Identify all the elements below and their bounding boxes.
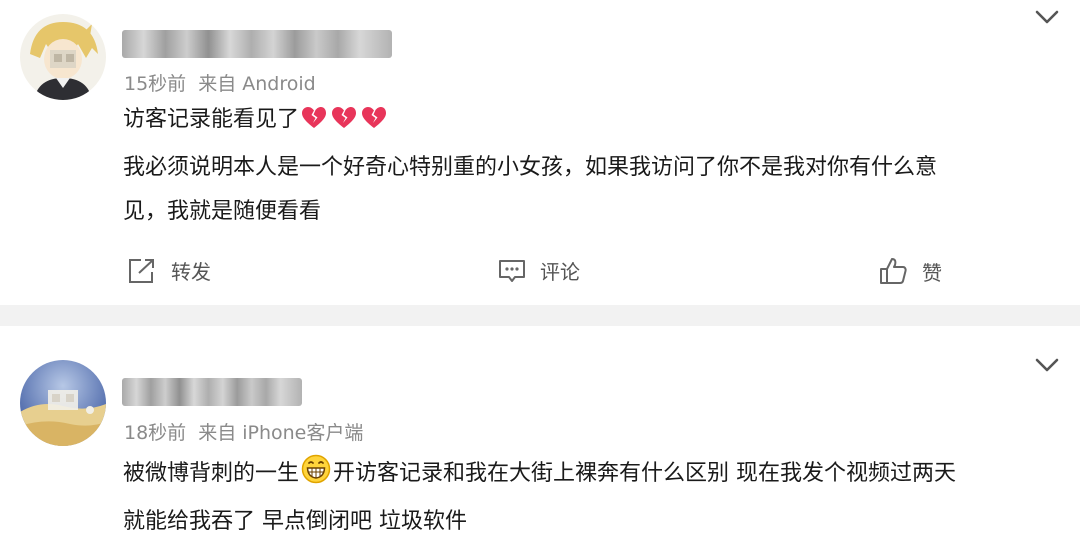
like-label: 赞: [922, 260, 942, 285]
comment-button[interactable]: 评论: [498, 256, 580, 285]
post-content: 访客记录能看见了 我必须说明本人是一个好奇心特别重的小女孩，如果我访问了你不是我…: [123, 98, 1060, 234]
post-text: 开访客记录和我在大街上裸奔有什么区别 现在我发个视频过两天: [333, 461, 957, 486]
post-text: 见，我就是随便看看: [123, 199, 322, 224]
grinning-face-icon: [301, 454, 331, 500]
username-blurred[interactable]: [122, 378, 302, 406]
username-blurred[interactable]: [122, 30, 392, 58]
repost-label: 转发: [171, 260, 211, 284]
broken-heart-icon: [331, 102, 357, 146]
avatar[interactable]: [20, 360, 106, 446]
repost-button[interactable]: 转发: [127, 256, 211, 285]
broken-heart-icon: [361, 102, 387, 146]
weibo-post: 18秒前 来自 iPhone客户端 被微博背刺的一生 开访客记录和我在大街上裸奔有什…: [0, 326, 1080, 552]
post-source[interactable]: 来自 Android: [198, 73, 316, 95]
post-text: 就能给我吞了 早点倒闭吧 垃圾软件: [123, 509, 467, 534]
like-button[interactable]: 赞: [878, 256, 942, 286]
post-separator: [0, 305, 1080, 326]
comment-icon: [498, 258, 526, 284]
action-bar: 转发 评论 赞: [0, 250, 1080, 294]
post-meta: 15秒前 来自 Android: [124, 69, 316, 96]
chevron-down-icon[interactable]: [1034, 356, 1060, 374]
weibo-post: 15秒前 来自 Android 访客记录能看见了 我必须说明本人是一个好奇心特别重…: [0, 0, 1080, 305]
post-text: 我必须说明本人是一个好奇心特别重的小女孩，如果我访问了你不是我对你有什么意: [123, 155, 938, 180]
post-text-line: 被微博背刺的一生 开访客记录和我在大街上裸奔有什么区别 现在我发个视频过两天: [123, 452, 1060, 500]
thumbs-up-icon: [878, 256, 908, 286]
broken-heart-icon: [301, 102, 327, 146]
post-source[interactable]: 来自 iPhone客户端: [198, 422, 363, 444]
comment-label: 评论: [540, 260, 580, 284]
post-time: 15秒前: [124, 73, 187, 95]
post-text: 访客记录能看见了: [123, 107, 300, 132]
post-content: 被微博背刺的一生 开访客记录和我在大街上裸奔有什么区别 现在我发个视频过两天 就能…: [123, 452, 1060, 544]
repost-icon: [127, 257, 157, 285]
avatar[interactable]: [20, 14, 106, 100]
post-text: 被微博背刺的一生: [123, 461, 300, 486]
post-meta: 18秒前 来自 iPhone客户端: [124, 418, 363, 445]
chevron-down-icon[interactable]: [1034, 8, 1060, 26]
post-time: 18秒前: [124, 422, 187, 444]
post-text-line: 访客记录能看见了: [123, 98, 1060, 146]
